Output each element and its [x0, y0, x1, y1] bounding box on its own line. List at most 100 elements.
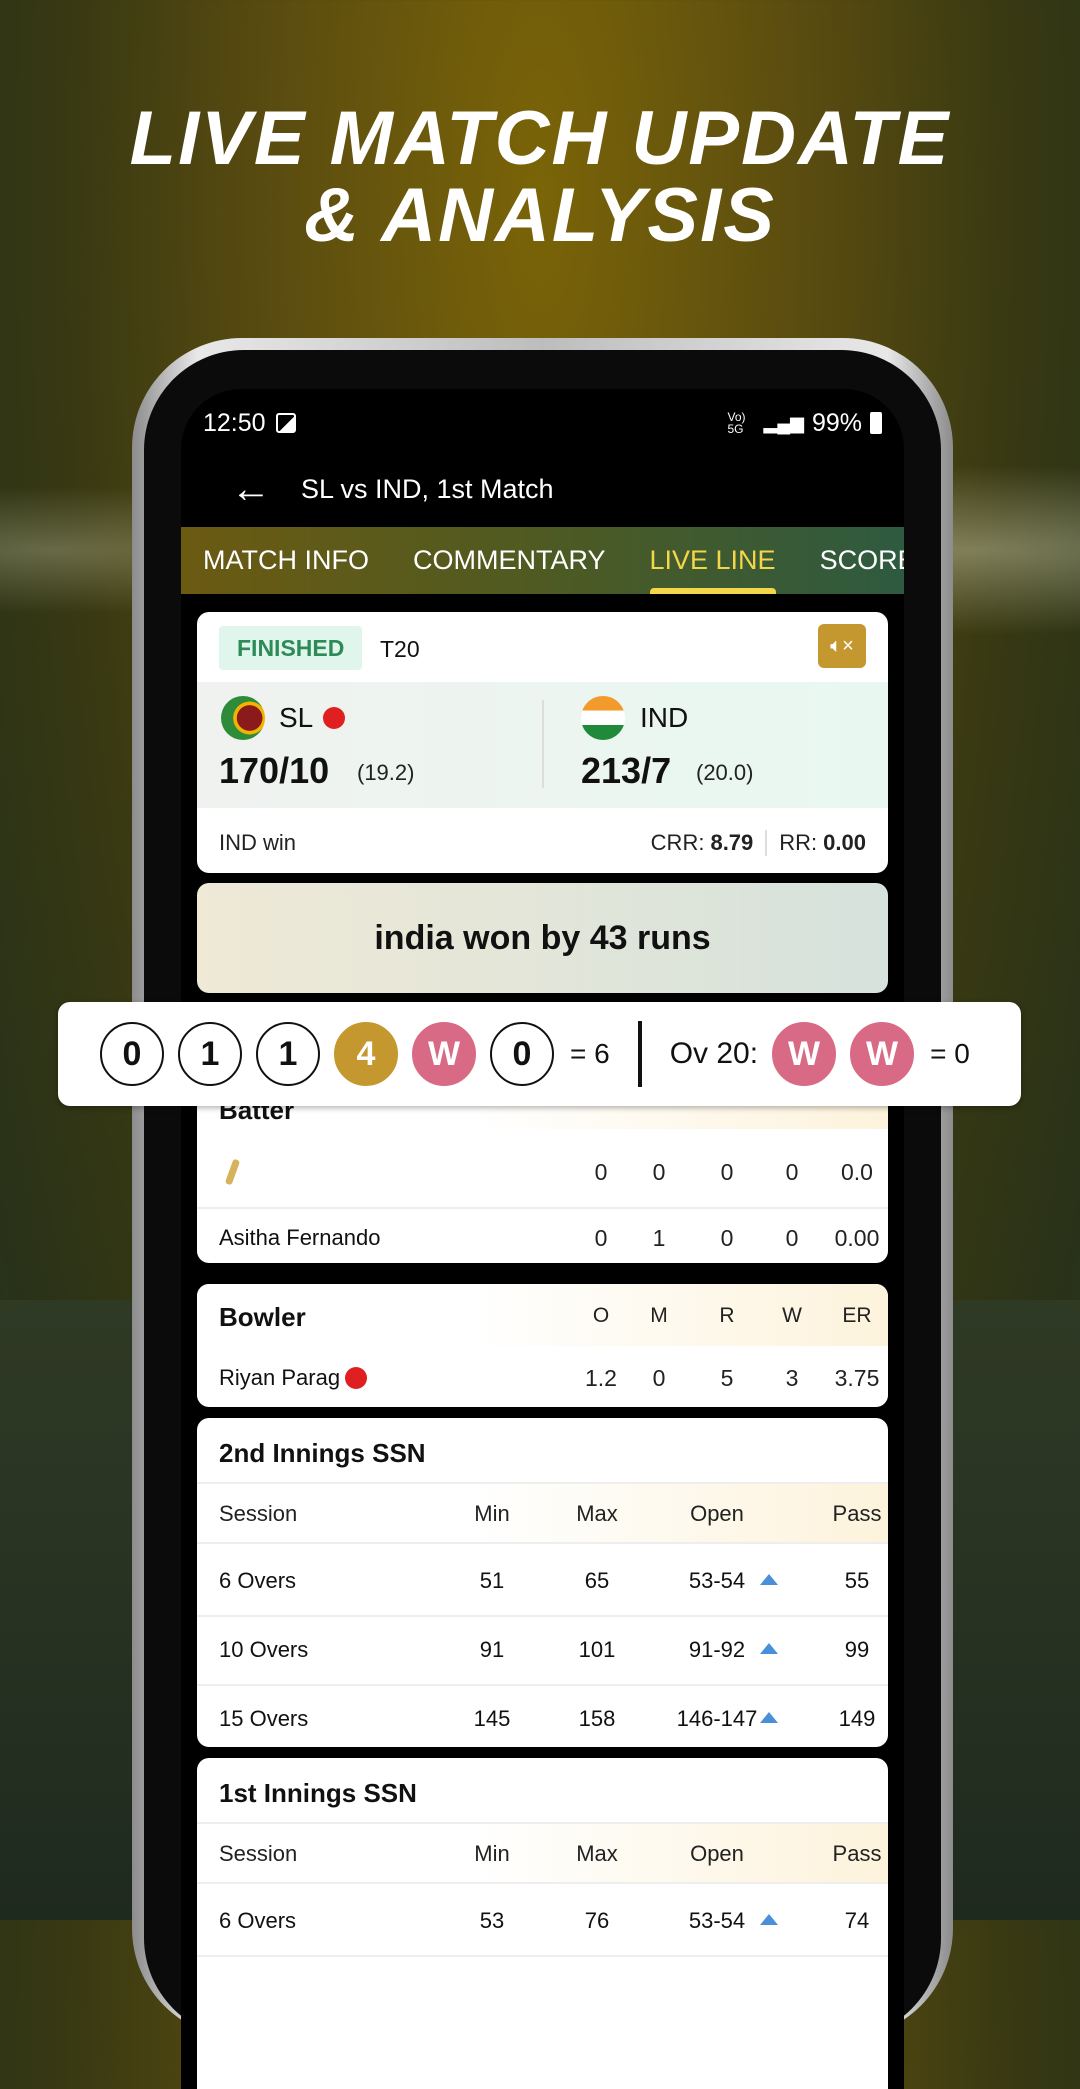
stat-cell: 0.0	[841, 1159, 873, 1185]
image-icon	[275, 413, 296, 433]
ssn-col-header: Session	[219, 1501, 298, 1526]
result-text: india won by 43 runs	[374, 918, 711, 957]
ssn-cell: 76	[584, 1908, 610, 1933]
ssn-col-header: Open	[690, 1841, 744, 1866]
phone-frame: 12:50 Vo) 5G ▂▄▆ 99% ← SL vs IND, 1st Matc…	[132, 338, 953, 2089]
app-header: ← SL vs IND, 1st Match	[181, 449, 904, 529]
match-summary-card: FINISHED T20 🔈︎× SL 170/10 (19.2) IND 21…	[197, 612, 888, 873]
team1-score: 170/10	[219, 750, 330, 791]
stat-cell: 0.00	[834, 1225, 880, 1251]
ssn-cell: 55	[844, 1568, 870, 1593]
ssn-cell: 53	[479, 1908, 505, 1933]
status-bar: 12:50 Vo) 5G ▂▄▆ 99%	[203, 403, 882, 443]
cricket-ball-icon	[323, 707, 345, 729]
ssn-cell: 65	[584, 1568, 610, 1593]
ssn-cell: 91	[479, 1637, 505, 1662]
ball-wicket: W	[772, 1022, 837, 1086]
ssn-col-header: Min	[474, 1501, 510, 1526]
bowler-row: Riyan Parag	[219, 1365, 368, 1391]
team2-score: 213/7	[581, 750, 672, 791]
battery-percent: 99%	[811, 408, 862, 437]
ssn-cell: 99	[844, 1637, 870, 1662]
status-time: 12:50	[203, 408, 266, 437]
crr-label: CRR:	[650, 830, 705, 855]
stat-cell: 3.75	[834, 1365, 880, 1391]
ssn-title: 1st Innings SSN	[219, 1778, 417, 1808]
ssn-cell: 51	[479, 1568, 505, 1593]
rr-value: 0.00	[823, 830, 866, 855]
headline-line1: LIVE MATCH UPDATE	[129, 96, 951, 181]
ssn-cell: 91-92	[688, 1637, 746, 1662]
ssn-cell: 53-54	[688, 1568, 746, 1593]
ssn-cell: 149	[838, 1706, 876, 1731]
rr-label: RR:	[779, 830, 818, 855]
crr-value: 8.79	[710, 830, 754, 855]
ssn-cell: 53-54	[688, 1908, 746, 1933]
tab-live-line[interactable]: LIVE LINE	[649, 527, 776, 594]
back-arrow-icon[interactable]: ←	[231, 469, 271, 509]
ssn1-card: 1st Innings SSN Session Min Max Open Pass 6 Ov…	[197, 1758, 888, 2089]
bat-icon	[224, 1158, 241, 1186]
app-screen: 12:50 Vo) 5G ▂▄▆ 99% ← SL vs IND, 1st Matc…	[181, 389, 904, 2089]
ssn-col-header: Min	[474, 1841, 510, 1866]
pass-up-arrow-icon	[760, 1574, 778, 1585]
ball-dot: 0	[100, 1022, 164, 1086]
signal-icon: ▂▄▆	[763, 412, 804, 433]
tab-scorecard[interactable]: SCORECARD	[820, 527, 904, 594]
ssn-cell: 6 Overs	[219, 1908, 297, 1933]
bowler-card: Bowler O M R W ER Riyan Parag 1.2 0 5 3 3.75	[197, 1284, 888, 1407]
tab-match-info[interactable]: MATCH INFO	[203, 527, 369, 594]
bowler-title: Bowler	[219, 1302, 306, 1332]
ball-run: 1	[256, 1022, 320, 1086]
pass-up-arrow-icon	[760, 1712, 778, 1723]
battery-icon	[870, 412, 882, 434]
team1-overs: (19.2)	[357, 760, 415, 785]
current-over-total: = 6	[570, 1038, 610, 1069]
team2-name: IND	[640, 702, 689, 733]
ball-wicket: W	[412, 1022, 476, 1086]
ssn-cell: 10 Overs	[219, 1637, 309, 1662]
ssn-col-header: Max	[576, 1841, 618, 1866]
batter-name: Asitha Fernando	[219, 1225, 381, 1250]
ball-wicket: W	[850, 1022, 915, 1086]
mute-icon[interactable]: 🔈︎×	[818, 624, 866, 668]
status-badge: FINISHED	[219, 626, 363, 670]
cricket-ball-icon	[345, 1367, 368, 1389]
prev-over-total: = 0	[930, 1038, 970, 1069]
teams-panel: SL 170/10 (19.2) IND 213/7 (20.0)	[197, 682, 888, 808]
ball-dot: 0	[490, 1022, 554, 1086]
ssn-col-header: Session	[219, 1841, 298, 1866]
ball-run: 1	[178, 1022, 242, 1086]
page-title: SL vs IND, 1st Match	[301, 473, 554, 504]
ssn-title: 2nd Innings SSN	[219, 1438, 426, 1468]
ind-flag-icon	[581, 696, 625, 740]
result-short: IND win	[219, 830, 297, 855]
ssn-cell: 145	[473, 1706, 511, 1731]
match-format: T20	[380, 636, 420, 662]
ssn-col-header: Pass	[832, 1501, 882, 1526]
ssn-cell: 74	[844, 1908, 870, 1933]
ssn-cell: 146-147	[676, 1706, 758, 1731]
team1-name: SL	[279, 702, 314, 733]
recent-balls-bar: 0114W0 = 6 Ov 20: WW = 0	[58, 1002, 1021, 1106]
team2-overs: (20.0)	[696, 760, 754, 785]
ssn-col-header: Max	[576, 1501, 618, 1526]
tab-commentary[interactable]: COMMENTARY	[413, 527, 606, 594]
col-header: ER	[842, 1304, 872, 1327]
ssn-cell: 158	[578, 1706, 616, 1731]
tab-bar: MATCH INFO COMMENTARY LIVE LINE SCORECAR…	[181, 527, 904, 594]
ssn2-card: 2nd Innings SSN Session Min Max Open Pass 6 Ov…	[197, 1418, 888, 1747]
pass-up-arrow-icon	[760, 1643, 778, 1654]
ssn-col-header: Pass	[832, 1841, 882, 1866]
run-rates: CRR: 8.79 RR: 0.00	[651, 830, 866, 856]
ssn-cell: 101	[578, 1637, 616, 1662]
sl-flag-icon	[221, 696, 265, 740]
ssn-cell: 15 Overs	[219, 1706, 309, 1731]
result-banner: india won by 43 runs	[197, 883, 888, 993]
network-label: Vo) 5G	[727, 410, 746, 436]
bowler-name: Riyan Parag	[219, 1365, 341, 1390]
ball-four: 4	[334, 1022, 398, 1086]
prev-over-label: Ov 20:	[669, 1037, 759, 1070]
ssn-col-header: Open	[690, 1501, 744, 1526]
ssn-cell: 6 Overs	[219, 1568, 297, 1593]
